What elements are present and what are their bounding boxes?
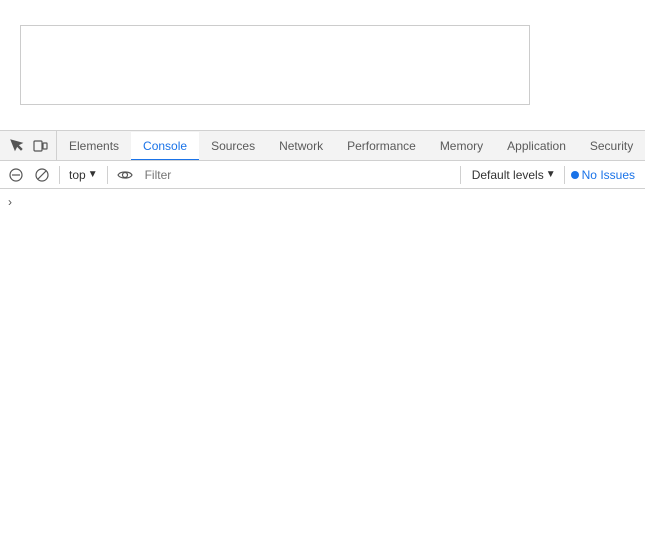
content-box <box>20 25 530 105</box>
clear-console-button[interactable] <box>4 163 28 187</box>
tab-bar: Elements Console Sources Network Perform… <box>0 131 645 161</box>
console-content: › <box>0 189 645 544</box>
console-toolbar: top ▼ Default levels ▼ No Issues <box>0 161 645 189</box>
device-toolbar-icon[interactable] <box>30 136 50 156</box>
tab-network[interactable]: Network <box>267 132 335 160</box>
tab-application[interactable]: Application <box>495 132 578 160</box>
clear-icon <box>8 167 24 183</box>
tab-sources[interactable]: Sources <box>199 132 267 160</box>
tab-memory[interactable]: Memory <box>428 132 495 160</box>
context-selector[interactable]: top ▼ <box>65 166 102 184</box>
no-issues-dot-icon <box>571 171 579 179</box>
devtools-panel: Elements Console Sources Network Perform… <box>0 130 645 544</box>
filter-input[interactable] <box>139 164 455 186</box>
stop-messages-button[interactable] <box>30 163 54 187</box>
eye-button[interactable] <box>113 163 137 187</box>
levels-dropdown-arrow-icon: ▼ <box>546 169 556 180</box>
device-icon <box>32 138 48 154</box>
tab-security[interactable]: Security <box>578 132 645 160</box>
devtools-tabs: Elements Console Sources Network Perform… <box>57 131 645 160</box>
tab-elements[interactable]: Elements <box>57 132 131 160</box>
no-issues-badge[interactable]: No Issues <box>564 166 641 184</box>
default-levels-button[interactable]: Default levels ▼ <box>466 166 562 184</box>
toolbar-divider-1 <box>59 166 60 184</box>
dropdown-arrow-icon: ▼ <box>88 169 98 180</box>
inspect-element-icon[interactable] <box>6 136 26 156</box>
filter-divider <box>460 166 461 184</box>
toolbar-divider-2 <box>107 166 108 184</box>
eye-icon <box>117 167 133 183</box>
block-icon <box>34 167 50 183</box>
tab-performance[interactable]: Performance <box>335 132 428 160</box>
console-prompt[interactable]: › <box>0 193 645 211</box>
tab-console[interactable]: Console <box>131 132 199 160</box>
tab-icon-group <box>0 131 57 160</box>
top-area <box>0 0 645 130</box>
cursor-icon <box>8 138 24 154</box>
